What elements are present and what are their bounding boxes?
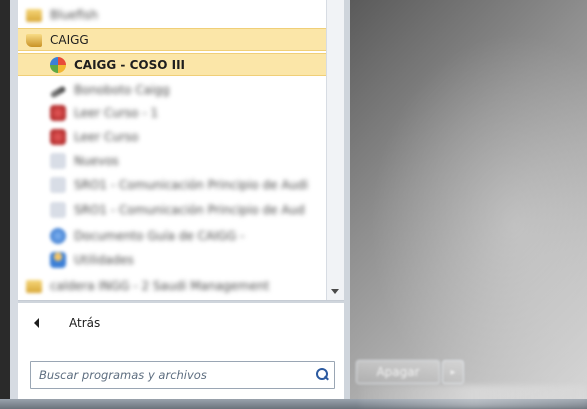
shutdown-button[interactable]: Apagar <box>356 360 440 384</box>
program-item[interactable]: caldera INGG - 2 Saudi Management <box>18 274 326 297</box>
program-item-label: Bluefish <box>50 7 98 22</box>
start-menu: Bluefish CAIGG CAIGG - COSO III Bonoboto Ca… <box>0 0 350 409</box>
search-box[interactable] <box>30 361 335 389</box>
program-item[interactable]: Leer Curso <box>18 125 326 148</box>
separator <box>18 300 344 301</box>
search-area <box>18 343 344 399</box>
program-item[interactable]: Documento Guía de CAIGG - <box>18 224 326 247</box>
pale-doc-icon <box>50 152 66 169</box>
blue-doc-icon <box>50 227 66 244</box>
folder-icon <box>26 9 42 22</box>
program-item[interactable]: Leer Curso - 1 <box>18 101 326 124</box>
program-item[interactable]: SRO1 - Comunicación Principio de Aud <box>18 198 326 221</box>
program-item-label: Bonoboto Caigg <box>74 82 170 97</box>
shutdown-group: Apagar ▸ <box>356 360 464 384</box>
folder-icon <box>26 280 42 293</box>
program-item-label: Nuevos <box>74 153 119 168</box>
scroll-down-arrow-icon[interactable] <box>331 289 339 294</box>
search-icon[interactable] <box>315 368 329 382</box>
caigg-app-icon <box>50 56 66 73</box>
program-item-label: SRO1 - Comunicación Principio de Audi <box>74 177 309 192</box>
taskbar-items <box>360 385 587 409</box>
back-label: Atrás <box>69 316 101 330</box>
search-input[interactable] <box>39 368 309 382</box>
shutdown-options-button[interactable]: ▸ <box>442 360 464 384</box>
program-item-label: CAIGG - COSO III <box>74 57 186 72</box>
back-arrow-icon <box>34 318 39 328</box>
red-app-icon <box>50 104 66 121</box>
program-item-label: Utilidades <box>74 252 134 267</box>
program-item-label: caldera INGG - 2 Saudi Management <box>50 278 270 293</box>
folder-open-icon <box>26 34 42 47</box>
program-item[interactable]: Utilidades <box>18 248 326 271</box>
program-item-label: SRO1 - Comunicación Principio de Aud <box>74 202 305 217</box>
program-item[interactable]: SRO1 - Comunicación Principio de Audi <box>18 173 326 196</box>
back-button[interactable]: Atrás <box>18 303 344 343</box>
programs-scrollbar[interactable] <box>326 0 344 300</box>
pale-doc-icon <box>50 201 66 218</box>
program-item-label: Leer Curso <box>74 129 139 144</box>
programs-list: Bluefish CAIGG CAIGG - COSO III Bonoboto Ca… <box>18 0 344 300</box>
program-item[interactable]: Bluefish <box>18 3 326 26</box>
program-item[interactable]: Bonoboto Caigg <box>18 78 326 101</box>
program-item[interactable]: Nuevos <box>18 149 326 172</box>
person-icon <box>50 251 66 268</box>
desktop-shade <box>345 0 587 409</box>
program-item-label: Documento Guía de CAIGG - <box>74 228 245 243</box>
program-item[interactable]: CAIGG - COSO III <box>18 53 326 76</box>
red-app-icon <box>50 128 66 145</box>
pale-doc-icon <box>50 176 66 193</box>
tool-icon <box>49 85 67 99</box>
program-item-label: CAIGG <box>50 32 89 47</box>
program-item[interactable]: CAIGG <box>18 28 326 51</box>
program-item-label: Leer Curso - 1 <box>74 105 159 120</box>
